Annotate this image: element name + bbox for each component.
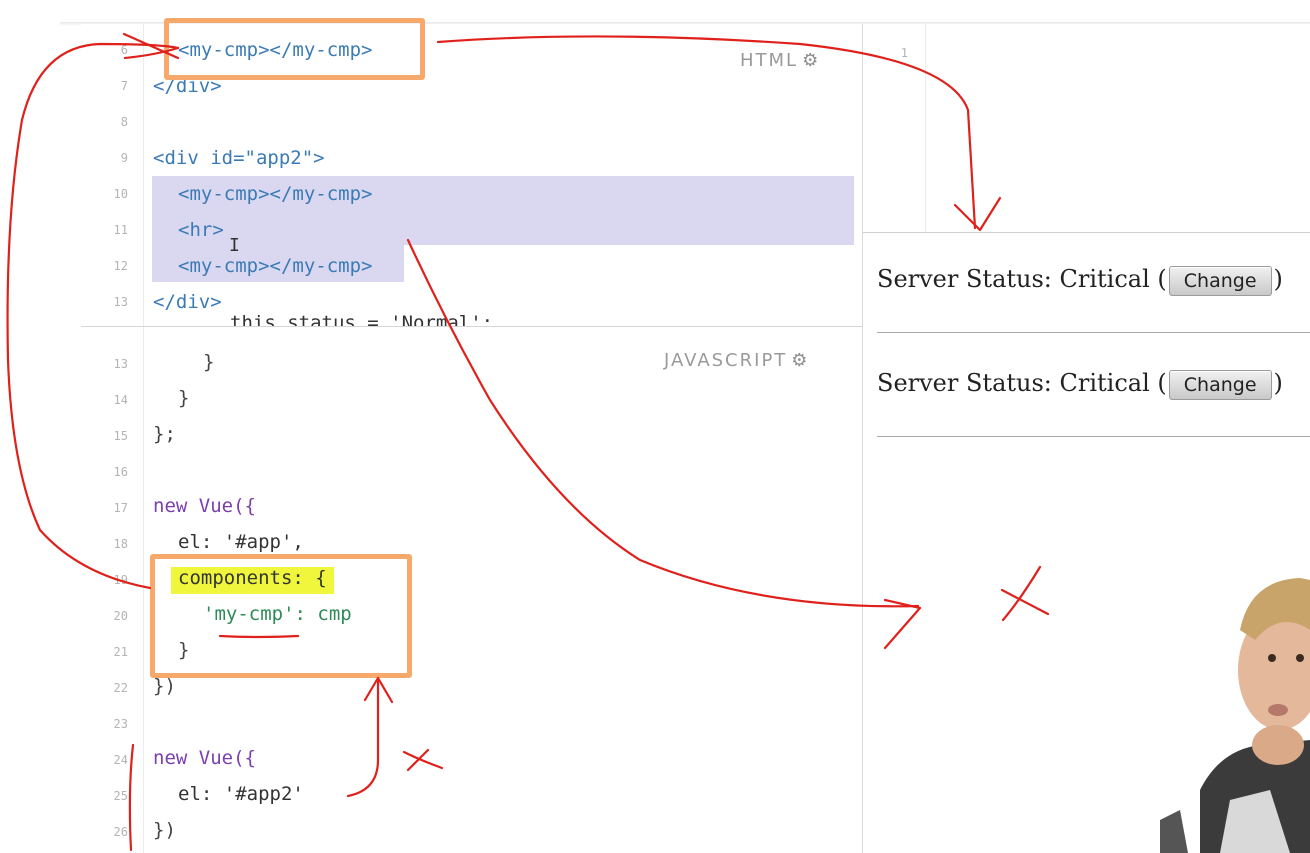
line-number: 21 xyxy=(113,645,128,659)
text-cursor-icon: I xyxy=(229,235,240,256)
horizontal-rule xyxy=(877,332,1310,333)
code-line[interactable]: } xyxy=(178,386,189,410)
code-line-partial-text: this.status = 'Normal'; xyxy=(230,314,494,326)
javascript-pane-label: JAVASCRIPT ⚙ xyxy=(664,350,809,371)
code-line[interactable]: <hr> xyxy=(178,218,224,242)
code-line-partial: this.status = 'Normal'; xyxy=(230,314,493,326)
css-editor xyxy=(863,24,1310,232)
line-number: 13 xyxy=(113,295,128,309)
line-number: 1 xyxy=(900,46,908,60)
change-button[interactable]: Change xyxy=(1168,369,1272,400)
html-pane-label: HTML ⚙ xyxy=(740,50,820,71)
code-line[interactable]: new Vue({ xyxy=(153,494,256,518)
gear-icon[interactable]: ⚙ xyxy=(791,350,809,371)
line-number: 24 xyxy=(113,753,128,767)
code-line[interactable]: new Vue({ xyxy=(153,746,256,770)
code-line[interactable]: el: '#app', xyxy=(178,530,304,554)
status-suffix: ) xyxy=(1273,265,1283,293)
line-number: 19 xyxy=(113,573,128,587)
line-number: 23 xyxy=(113,717,128,731)
annotation-box xyxy=(164,18,425,80)
status-text: Server Status: Critical ( xyxy=(877,265,1167,293)
output-row: Server Status: Critical (Change) xyxy=(877,265,1283,296)
line-number: 17 xyxy=(113,501,128,515)
code-line[interactable]: <my-cmp></my-cmp> xyxy=(178,182,372,206)
line-number: 12 xyxy=(113,259,128,273)
html-pane-label-text: HTML xyxy=(740,50,799,71)
code-line[interactable]: }) xyxy=(153,818,176,842)
output-divider[interactable] xyxy=(863,232,1310,233)
line-number: 10 xyxy=(113,187,128,201)
line-number: 9 xyxy=(120,151,128,165)
line-number: 14 xyxy=(113,393,128,407)
line-number: 16 xyxy=(113,465,128,479)
code-line[interactable]: <my-cmp></my-cmp> xyxy=(178,254,372,278)
change-button[interactable]: Change xyxy=(1168,265,1272,296)
line-number: 26 xyxy=(113,825,128,839)
presenter-figure xyxy=(1160,578,1310,853)
presenter-webcam xyxy=(1160,560,1310,853)
code-line[interactable]: }; xyxy=(153,422,176,446)
code-line[interactable]: } xyxy=(203,350,214,374)
line-number: 15 xyxy=(113,429,128,443)
line-number: 8 xyxy=(120,115,128,129)
line-number: 13 xyxy=(113,357,128,371)
output-row: Server Status: Critical (Change) xyxy=(877,369,1283,400)
line-number: 6 xyxy=(120,43,128,57)
pane-divider-horizontal[interactable] xyxy=(81,326,862,327)
line-number: 20 xyxy=(113,609,128,623)
code-line[interactable]: <div id="app2"> xyxy=(153,146,325,170)
line-number: 18 xyxy=(113,537,128,551)
code-line[interactable]: el: '#app2' xyxy=(178,782,304,806)
line-number: 7 xyxy=(120,79,128,93)
line-number: 22 xyxy=(113,681,128,695)
line-number: 25 xyxy=(113,789,128,803)
code-line[interactable]: </div> xyxy=(153,290,222,314)
horizontal-rule xyxy=(877,436,1310,437)
status-suffix: ) xyxy=(1273,369,1283,397)
javascript-pane-label-text: JAVASCRIPT xyxy=(664,350,788,371)
line-number: 11 xyxy=(113,223,128,237)
gear-icon[interactable]: ⚙ xyxy=(802,50,820,71)
status-text: Server Status: Critical ( xyxy=(877,369,1167,397)
annotation-box xyxy=(150,554,412,678)
